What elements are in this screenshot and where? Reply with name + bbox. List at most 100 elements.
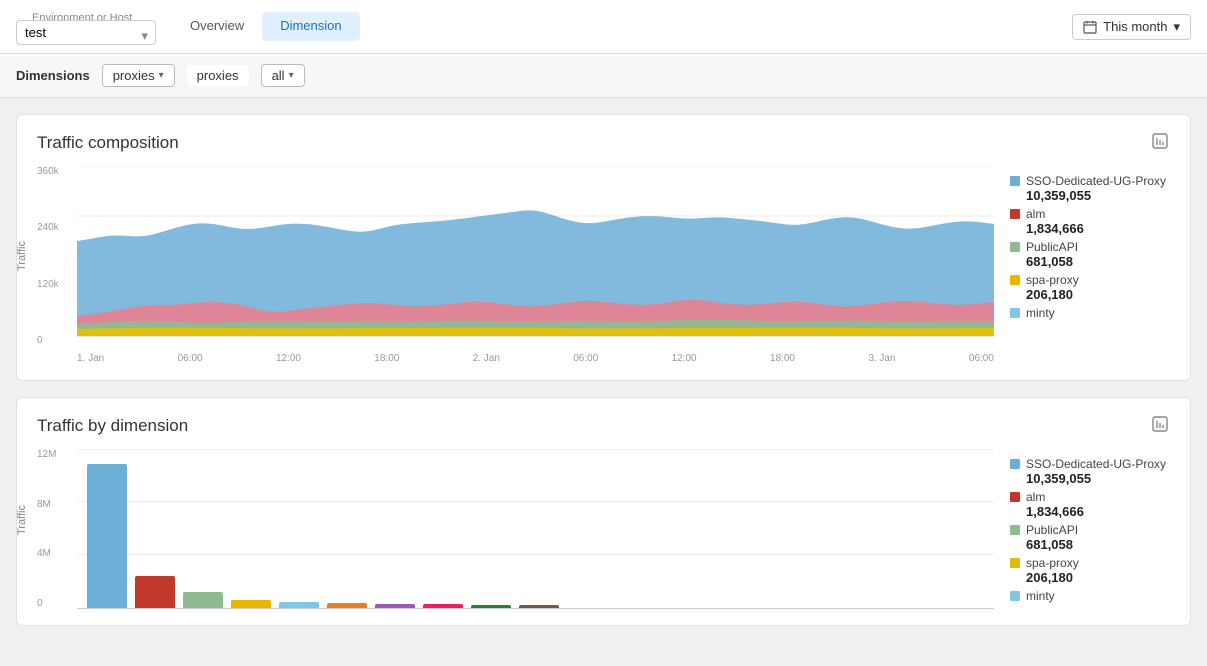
x-axis-labels: 1. Jan 06:00 12:00 18:00 2. Jan 06:00 12… [77, 353, 994, 364]
y-tick-4m: 4M [37, 548, 56, 559]
x-label-1200-1: 12:00 [276, 353, 301, 364]
bars-container [77, 464, 994, 608]
tab-dimension[interactable]: Dimension [262, 12, 359, 41]
export-icon-dimension[interactable] [1150, 414, 1170, 437]
legend-dot-alm [1010, 209, 1020, 219]
env-select[interactable]: test [16, 20, 156, 45]
legend-dim-value-alm: 1,834,666 [1026, 504, 1170, 519]
bar-10[interactable] [519, 605, 559, 608]
calendar-icon [1083, 20, 1097, 34]
legend-dim-name-spa: spa-proxy [1026, 556, 1079, 570]
y-tick-120k: 120k [37, 279, 59, 290]
tab-overview[interactable]: Overview [172, 12, 262, 41]
dim-filter-proxies-1-arrow: ▾ [159, 70, 164, 81]
y-axis-label-composition: Traffic [16, 241, 28, 271]
bar-chart-inner [77, 449, 994, 609]
dim-filter-proxies-1[interactable]: proxies ▾ [102, 64, 175, 87]
bar-9[interactable] [471, 605, 511, 608]
x-label-0600-3: 06:00 [969, 353, 994, 364]
y-axis-label-dimension: Traffic [16, 505, 28, 535]
legend-dot-minty [1010, 308, 1020, 318]
legend-dim-name-alm: alm [1026, 490, 1045, 504]
x-label-3jan: 3. Jan [868, 353, 895, 364]
legend-dim-dot-sso [1010, 459, 1020, 469]
x-label-1jan: 1. Jan [77, 353, 104, 364]
bar-7[interactable] [375, 604, 415, 608]
grid-12m [77, 449, 994, 450]
legend-dot-spa [1010, 275, 1020, 285]
bar-spa[interactable] [231, 600, 271, 608]
legend-composition: SSO-Dedicated-UG-Proxy 10,359,055 alm 1,… [1010, 166, 1170, 364]
legend-dim-spa: spa-proxy 206,180 [1010, 556, 1170, 585]
y-tick-360k: 360k [37, 166, 59, 177]
y-tick-0-dim: 0 [37, 598, 56, 609]
traffic-composition-title: Traffic composition [37, 133, 179, 153]
bar-alm[interactable] [135, 576, 175, 608]
date-filter-chevron: ▾ [1173, 19, 1180, 35]
legend-name-alm: alm [1026, 207, 1045, 221]
legend-dimension: SSO-Dedicated-UG-Proxy 10,359,055 alm 1,… [1010, 449, 1170, 609]
card-header-dimension: Traffic by dimension [37, 414, 1170, 437]
bar-minty[interactable] [279, 602, 319, 608]
y-tick-8m: 8M [37, 499, 56, 510]
y-tick-12m: 12M [37, 449, 56, 460]
traffic-by-dimension-card: Traffic by dimension Traffic [16, 397, 1191, 626]
date-filter[interactable]: This month ▾ [1072, 14, 1191, 40]
dim-filter-all-arrow: ▾ [289, 70, 294, 81]
tab-group: Overview Dimension [172, 12, 360, 41]
bar-8[interactable] [423, 604, 463, 608]
legend-dot-publicapi [1010, 242, 1020, 252]
legend-value-sso: 10,359,055 [1026, 188, 1170, 203]
legend-item-minty: minty [1010, 306, 1170, 320]
legend-dim-dot-spa [1010, 558, 1020, 568]
legend-name-spa: spa-proxy [1026, 273, 1079, 287]
dim-filter-all[interactable]: all ▾ [261, 64, 305, 87]
x-label-0600-2: 06:00 [573, 353, 598, 364]
dim-filter-proxies-2[interactable]: proxies [187, 65, 249, 86]
legend-dim-name-publicapi: PublicAPI [1026, 523, 1078, 537]
y-axis-ticks-dimension: 12M 8M 4M 0 [37, 449, 56, 609]
legend-name-sso: SSO-Dedicated-UG-Proxy [1026, 174, 1166, 188]
bar-6[interactable] [327, 603, 367, 608]
date-filter-label: This month [1103, 19, 1167, 34]
x-label-1800-2: 18:00 [770, 353, 795, 364]
bar-publicapi[interactable] [183, 592, 223, 608]
card-header-composition: Traffic composition [37, 131, 1170, 154]
dimensions-bar: Dimensions proxies ▾ proxies all ▾ [0, 54, 1207, 98]
legend-value-publicapi: 681,058 [1026, 254, 1170, 269]
legend-item-spa: spa-proxy 206,180 [1010, 273, 1170, 302]
legend-dim-dot-alm [1010, 492, 1020, 502]
legend-dim-value-spa: 206,180 [1026, 570, 1170, 585]
legend-name-publicapi: PublicAPI [1026, 240, 1078, 254]
chart-area-composition: Traffic [37, 166, 1170, 364]
y-tick-0: 0 [37, 335, 59, 346]
env-wrapper: Environment or Host name test ▾ [16, 8, 156, 45]
traffic-by-dimension-title: Traffic by dimension [37, 416, 188, 436]
legend-dim-name-sso: SSO-Dedicated-UG-Proxy [1026, 457, 1166, 471]
legend-dim-publicapi: PublicAPI 681,058 [1010, 523, 1170, 552]
legend-item-publicapi: PublicAPI 681,058 [1010, 240, 1170, 269]
x-label-2jan: 2. Jan [473, 353, 500, 364]
legend-dim-dot-minty [1010, 591, 1020, 601]
area-chart-svg [77, 166, 994, 346]
bar-sso[interactable] [87, 464, 127, 608]
dim-filter-all-label: all [272, 68, 285, 83]
legend-value-alm: 1,834,666 [1026, 221, 1170, 236]
traffic-composition-card: Traffic composition Traffic [16, 114, 1191, 381]
legend-item-alm: alm 1,834,666 [1010, 207, 1170, 236]
legend-dim-value-sso: 10,359,055 [1026, 471, 1170, 486]
legend-dim-minty: minty [1010, 589, 1170, 603]
area-chart-container: Traffic [37, 166, 994, 364]
dim-filter-proxies-1-label: proxies [113, 68, 155, 83]
x-label-0600-1: 06:00 [178, 353, 203, 364]
y-tick-240k: 240k [37, 222, 59, 233]
export-icon-composition[interactable] [1150, 131, 1170, 154]
content: Traffic composition Traffic [0, 98, 1207, 642]
bar-chart-container: Traffic [37, 449, 994, 609]
legend-name-minty: minty [1026, 306, 1055, 320]
legend-dim-value-publicapi: 681,058 [1026, 537, 1170, 552]
top-bar: Environment or Host name test ▾ Overview… [0, 0, 1207, 54]
legend-dim-alm: alm 1,834,666 [1010, 490, 1170, 519]
x-label-1200-2: 12:00 [672, 353, 697, 364]
legend-value-spa: 206,180 [1026, 287, 1170, 302]
